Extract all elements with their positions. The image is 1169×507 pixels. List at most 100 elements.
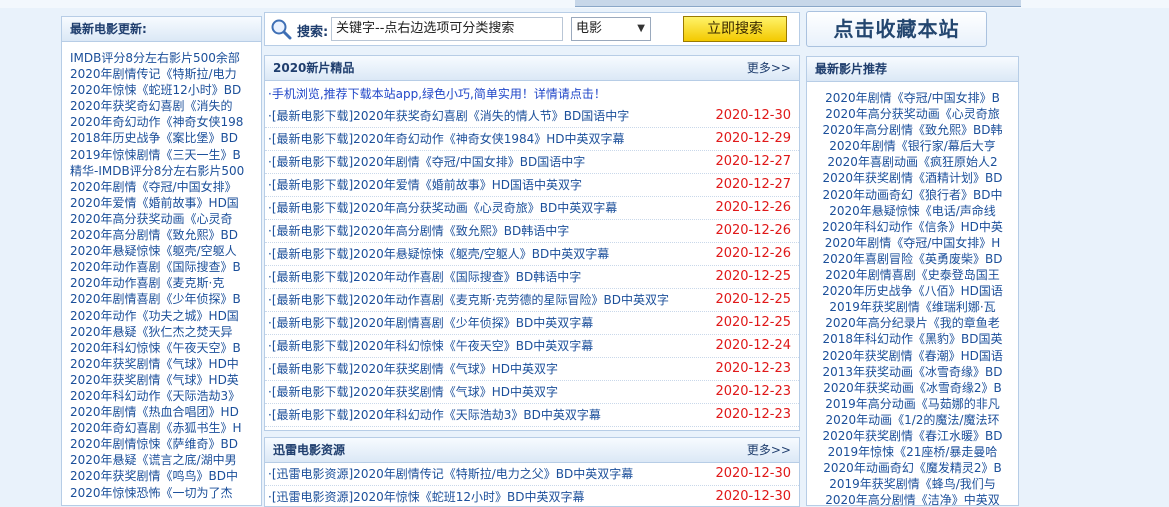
list-item: ·[最新电影下载]2020年剧情《热血合唱团》HD国语中英双字2020-12-2… xyxy=(265,427,799,430)
post-date: 2020-12-30 xyxy=(715,489,791,504)
list-item[interactable]: 2020年剧情喜剧《少年侦探》B xyxy=(70,291,261,307)
list-item[interactable]: 2020年奇幻喜剧《赤狐书生》H xyxy=(70,420,261,436)
list-item[interactable]: 2020年剧情《热血合唱团》HD xyxy=(70,404,261,420)
movie-link[interactable]: ·[迅雷电影资源]2020年剧情传记《特斯拉/电力之父》BD中英双字幕 xyxy=(268,467,633,481)
movie-link[interactable]: ·[最新电影下载]2020年剧情喜剧《少年侦探》BD中英双字幕 xyxy=(268,316,593,330)
list-item[interactable]: 2018年历史战争《案比堡》BD xyxy=(70,130,261,146)
movie-link[interactable]: ·[最新电影下载]2020年奇幻动作《神奇女侠1984》HD中英双字幕 xyxy=(268,132,625,146)
list-item[interactable]: 2020年科幻动作《天际浩劫3》 xyxy=(70,388,261,404)
list-item[interactable]: 2013年获奖动画《冰雪奇缘》BD xyxy=(807,364,1018,380)
movie-link[interactable]: ·[最新电影下载]2020年剧情《夺冠/中国女排》BD国语中字 xyxy=(268,155,585,169)
list-item[interactable]: 2020年动作喜剧《麦克斯·克 xyxy=(70,275,261,291)
post-date: 2020-12-25 xyxy=(715,292,791,307)
list-item[interactable]: 2020年剧情传记《特斯拉/电力 xyxy=(70,66,261,82)
list-item[interactable]: 2020年科幻动作《信条》HD中英 xyxy=(807,219,1018,235)
list-item[interactable]: 2020年剧情《夺冠/中国女排》 xyxy=(70,179,261,195)
list-item[interactable]: 2020年奇幻动作《神奇女侠198 xyxy=(70,114,261,130)
list-item[interactable]: 2020年高分剧情《致允熙》BD xyxy=(70,227,261,243)
movie-link[interactable]: ·[最新电影下载]2020年悬疑惊悚《躯壳/空躯人》BD中英双字幕 xyxy=(268,247,609,261)
list-item[interactable]: 精华-IMDB评分8分左右影片500 xyxy=(70,163,261,179)
list-item[interactable]: 2019年获奖剧情《维瑞利娜·瓦 xyxy=(807,299,1018,315)
list-item[interactable]: 2020年高分获奖动画《心灵奇 xyxy=(70,211,261,227)
list-item: ·[最新电影下载]2020年获奖剧情《气球》HD中英双字 2020-12-23 xyxy=(265,358,799,381)
list-item[interactable]: 2018年科幻动作《黑豹》BD国英 xyxy=(807,331,1018,347)
list-item: ·[最新电影下载]2020年获奖奇幻喜剧《消失的情人节》BD国语中字 2020-1… xyxy=(265,105,799,128)
search-input-value: 关键字--点右边选项可分类搜索 xyxy=(336,21,515,36)
movie-link[interactable]: ·[最新电影下载]2020年科幻动作《天际浩劫3》BD中英双字幕 xyxy=(268,408,601,422)
post-date: 2020-12-23 xyxy=(715,384,791,399)
list-item[interactable]: 2020年获奖剧情《气球》HD英 xyxy=(70,372,261,388)
list-item[interactable]: 2020年动画《1/2的魔法/魔法环 xyxy=(807,412,1018,428)
add-favorite-button[interactable]: 点击收藏本站 xyxy=(806,11,987,47)
post-date: 2020-12-22 xyxy=(715,427,791,430)
dropdown-arrow-icon: ▼ xyxy=(637,23,645,34)
list-item[interactable]: 2020年高分剧情《洁净》中英双 xyxy=(807,492,1018,505)
movie-link[interactable]: ·[最新电影下载]2020年爱情《婚前故事》HD国语中英双字 xyxy=(268,178,582,192)
list-item[interactable]: 2020年悬疑《谎言之底/湖中男 xyxy=(70,452,261,468)
new-releases-more-link[interactable]: 更多>> xyxy=(747,56,791,80)
movie-link[interactable]: ·[最新电影下载]2020年高分获奖动画《心灵奇旅》BD中英双字幕 xyxy=(268,201,617,215)
search-bar: 搜索: 关键字--点右边选项可分类搜索 电影 ▼ 立即搜索 xyxy=(264,12,800,46)
movie-link[interactable]: ·[迅雷电影资源]2020年惊悚《蛇班12小时》BD中英双字幕 xyxy=(268,490,584,504)
list-item[interactable]: 2020年剧情喜剧《史泰登岛国王 xyxy=(807,267,1018,283)
thunder-more-link[interactable]: 更多>> xyxy=(747,438,791,462)
list-item[interactable]: 2020年获奖剧情《气球》HD中 xyxy=(70,356,261,372)
list-item[interactable]: 2020年获奖剧情《春江水暖》BD xyxy=(807,428,1018,444)
list-item[interactable]: 2020年悬疑《狄仁杰之焚天异 xyxy=(70,324,261,340)
search-icon xyxy=(271,19,292,40)
list-item[interactable]: 2019年高分动画《马茹娜的非凡 xyxy=(807,396,1018,412)
latest-updates-list: IMDB评分8分左右影片500余部 2020年剧情传记《特斯拉/电力 2020年惊悚… xyxy=(62,42,261,501)
movie-link[interactable]: ·[最新电影下载]2020年获奖剧情《气球》HD中英双字 xyxy=(268,362,558,376)
list-item[interactable]: 2020年获奖动画《冰雪奇缘2》B xyxy=(807,380,1018,396)
list-item[interactable]: 2020年获奖奇幻喜剧《消失的 xyxy=(70,98,261,114)
list-item[interactable]: 2020年喜剧动画《疯狂原始人2 xyxy=(807,154,1018,170)
list-item[interactable]: 2020年动作《功夫之城》HD国 xyxy=(70,308,261,324)
list-item[interactable]: 2020年惊悚《蛇班12小时》BD xyxy=(70,82,261,98)
app-notice-link[interactable]: ·手机浏览,推荐下载本站app,绿色小巧,简单实用！详情请点击！ xyxy=(265,81,799,105)
list-item[interactable]: 2019年获奖剧情《蜂鸟/我们与 xyxy=(807,476,1018,492)
recommended-title: 最新影片推荐 xyxy=(807,57,1018,82)
list-item[interactable]: IMDB评分8分左右影片500余部 xyxy=(70,50,261,66)
list-item[interactable]: 2020年喜剧冒险《英勇废柴》BD xyxy=(807,251,1018,267)
movie-link[interactable]: ·[最新电影下载]2020年动作喜剧《麦克斯·克劳德的星际冒险》BD中英双字 xyxy=(268,293,669,307)
list-item[interactable]: 2020年剧情惊悚《萨维奇》BD xyxy=(70,436,261,452)
movie-link[interactable]: ·[最新电影下载]2020年高分剧情《致允熙》BD韩语中字 xyxy=(268,224,569,238)
search-input[interactable]: 关键字--点右边选项可分类搜索 xyxy=(331,17,563,41)
list-item[interactable]: 2019年惊悚剧情《三天一生》B xyxy=(70,147,261,163)
list-item[interactable]: 2020年悬疑惊悚《躯壳/空躯人 xyxy=(70,243,261,259)
list-item: ·[最新电影下载]2020年剧情喜剧《少年侦探》BD中英双字幕 2020-12-2… xyxy=(265,312,799,335)
list-item: ·[最新电影下载]2020年高分获奖动画《心灵奇旅》BD中英双字幕 2020-12… xyxy=(265,197,799,220)
list-item[interactable]: 2020年获奖剧情《鸣鸟》BD中 xyxy=(70,468,261,484)
list-item[interactable]: 2020年高分纪录片《我的章鱼老 xyxy=(807,315,1018,331)
list-item[interactable]: 2020年高分剧情《致允熙》BD韩 xyxy=(807,122,1018,138)
list-item[interactable]: 2020年获奖剧情《酒精计划》BD xyxy=(807,170,1018,186)
post-date: 2020-12-29 xyxy=(715,131,791,146)
list-item[interactable]: 2020年惊悚恐怖《一切为了杰 xyxy=(70,485,261,501)
list-item[interactable]: 2020年悬疑惊悚《电话/声命线 xyxy=(807,203,1018,219)
movie-link[interactable]: ·[最新电影下载]2020年科幻惊悚《午夜天空》BD中英双字幕 xyxy=(268,339,593,353)
list-item: ·[最新电影下载]2020年动作喜剧《麦克斯·克劳德的星际冒险》BD中英双字 20… xyxy=(265,289,799,312)
list-item[interactable]: 2020年爱情《婚前故事》HD国 xyxy=(70,195,261,211)
movie-link[interactable]: ·[最新电影下载]2020年获奖奇幻喜剧《消失的情人节》BD国语中字 xyxy=(268,109,629,123)
search-button[interactable]: 立即搜索 xyxy=(683,16,787,42)
list-item[interactable]: 2020年剧情《夺冠/中国女排》H xyxy=(807,235,1018,251)
list-item[interactable]: 2020年剧情《银行家/幕后大亨 xyxy=(807,138,1018,154)
list-item[interactable]: 2020年科幻惊悚《午夜天空》B xyxy=(70,340,261,356)
list-item: ·[最新电影下载]2020年获奖剧情《气球》HD中英双字 2020-12-23 xyxy=(265,381,799,404)
list-item[interactable]: 2020年剧情《夺冠/中国女排》B xyxy=(807,90,1018,106)
list-item[interactable]: 2020年历史战争《八佰》HD国语 xyxy=(807,283,1018,299)
list-item[interactable]: 2019年惊悚《21座桥/暴走曼哈 xyxy=(807,444,1018,460)
list-item: ·[最新电影下载]2020年动作喜剧《国际搜查》BD韩语中字 2020-12-25 xyxy=(265,266,799,289)
thunder-title: 迅雷电影资源 xyxy=(273,443,346,457)
movie-link[interactable]: ·[最新电影下载]2020年获奖剧情《气球》HD中英双字 xyxy=(268,385,558,399)
category-select[interactable]: 电影 ▼ xyxy=(571,17,651,41)
list-item[interactable]: 2020年动画奇幻《魔发精灵2》B xyxy=(807,460,1018,476)
movie-link[interactable]: ·[最新电影下载]2020年动作喜剧《国际搜查》BD韩语中字 xyxy=(268,270,581,284)
list-item[interactable]: 2020年动作喜剧《国际搜查》B xyxy=(70,259,261,275)
list-item[interactable]: 2020年高分获奖动画《心灵奇旅 xyxy=(807,106,1018,122)
list-item[interactable]: 2020年动画奇幻《狼行者》BD中 xyxy=(807,187,1018,203)
list-item: ·[迅雷电影资源]2020年剧情传记《特斯拉/电力之父》BD中英双字幕 2020-… xyxy=(265,463,799,486)
list-item[interactable]: 2020年获奖剧情《春潮》HD国语 xyxy=(807,348,1018,364)
list-item: ·[最新电影下载]2020年奇幻动作《神奇女侠1984》HD中英双字幕 2020-… xyxy=(265,128,799,151)
post-date: 2020-12-26 xyxy=(715,246,791,261)
